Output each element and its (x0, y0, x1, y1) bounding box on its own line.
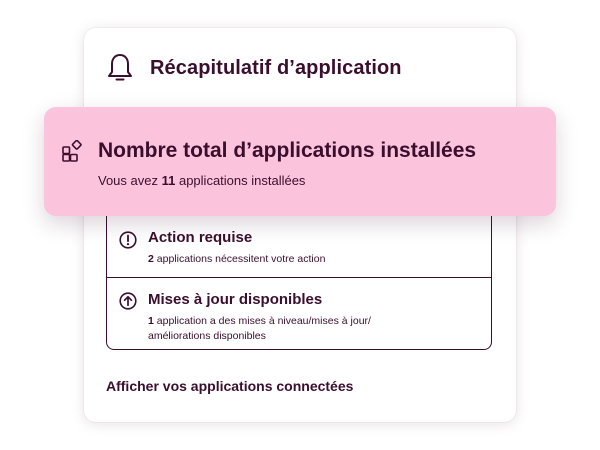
app-summary-card: Récapitulatif d’application Action requi… (84, 28, 516, 422)
arrow-up-circle-icon (119, 292, 137, 310)
subtitle-suffix: applications installées (175, 173, 306, 188)
highlight-title: Nombre total d’applications installées (98, 139, 477, 162)
item-description: 1 application a des mises à niveau/mises… (148, 314, 491, 344)
card-title: Récapitulatif d’application (150, 56, 402, 79)
card-header: Récapitulatif d’application (106, 52, 402, 84)
item-description: 2 applications nécessitent votre action (148, 252, 491, 267)
item-description-text: application a des mises à niveau/mises à… (148, 315, 371, 342)
highlight-subtitle: Vous avez 11 applications installées (98, 173, 305, 188)
status-list: Action requise 2 applications nécessiten… (106, 208, 492, 350)
item-title: Action requise (148, 229, 253, 246)
installed-apps-highlight-card: Nombre total d’applications installées V… (44, 107, 556, 216)
item-description-text: applications nécessitent votre action (153, 253, 326, 265)
bell-icon (108, 54, 132, 81)
list-item-updates-available[interactable]: Mises à jour disponibles 1 application a… (107, 277, 491, 350)
view-connected-apps-link[interactable]: Afficher vos applications connectées (106, 378, 353, 394)
stage: Récapitulatif d’application Action requi… (0, 0, 600, 450)
exclamation-circle-icon (119, 231, 137, 249)
apps-grid-icon (62, 140, 82, 162)
subtitle-prefix: Vous avez (98, 173, 162, 188)
list-item-action-required[interactable]: Action requise 2 applications nécessiten… (107, 228, 491, 267)
item-title: Mises à jour disponibles (148, 291, 323, 308)
installed-count: 11 (161, 173, 176, 188)
